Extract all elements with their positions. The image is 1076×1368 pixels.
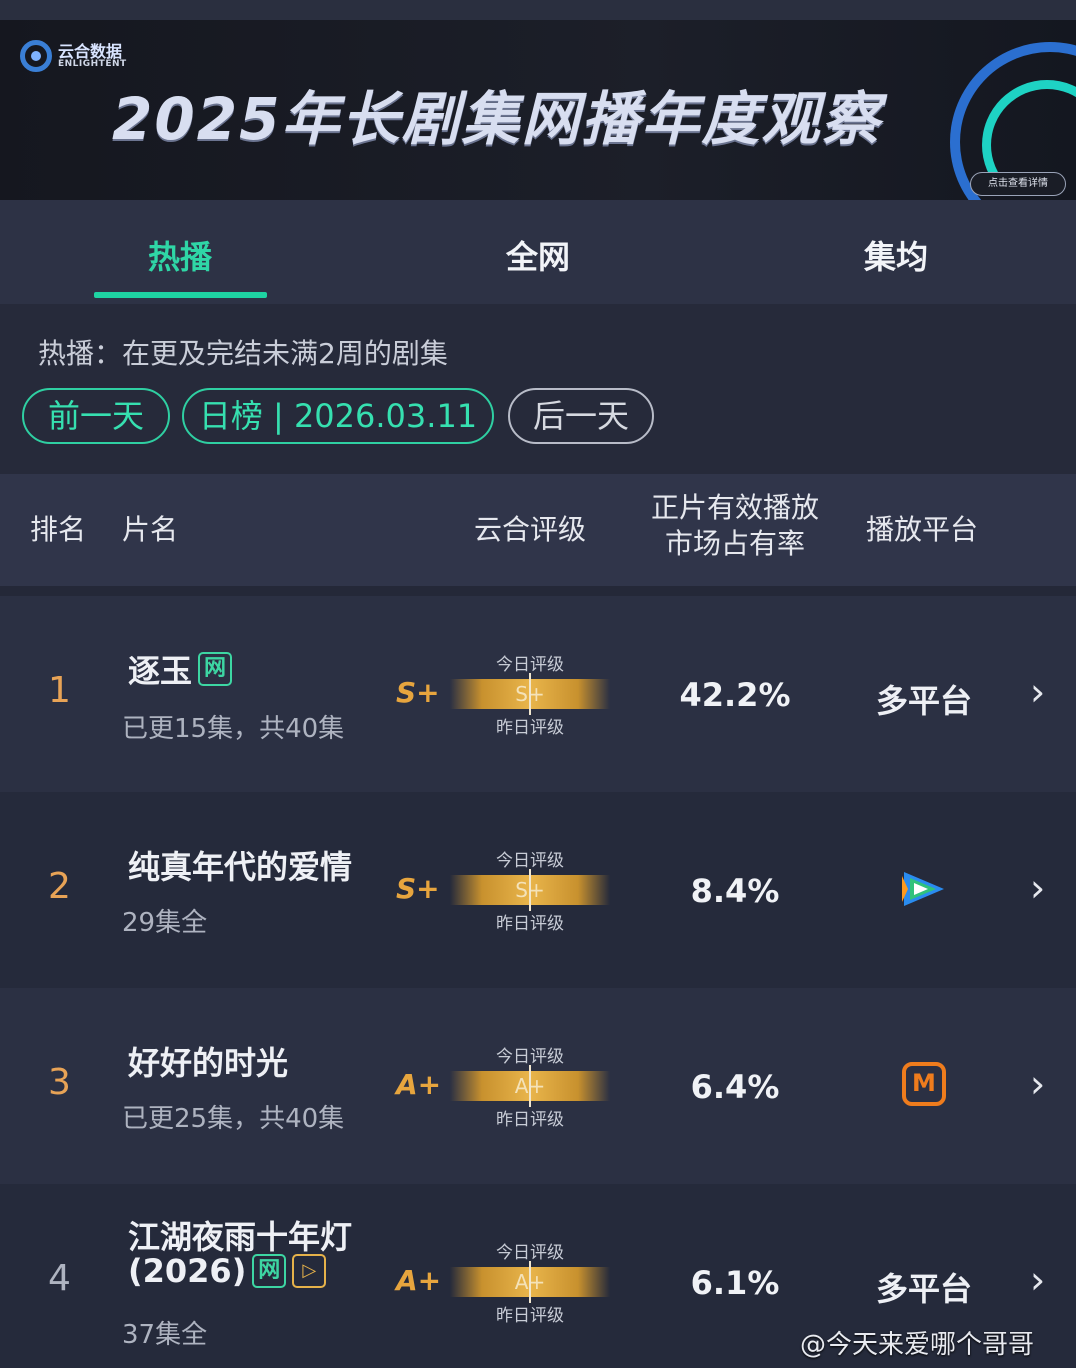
row-grade: S+ bbox=[396, 676, 440, 709]
row-platform: 多平台 bbox=[875, 682, 972, 720]
logo-text-en: ENLIGHTENT bbox=[58, 58, 127, 69]
row-market-share: 6.4% bbox=[690, 1068, 780, 1106]
view-detail-button[interactable]: 点击查看详情 bbox=[970, 172, 1066, 196]
grade-yesterday-label: 昨日评级 bbox=[496, 1110, 564, 1130]
fast-forward-tag-icon: ▷ bbox=[292, 1254, 327, 1288]
row-title-wrap: 纯真年代的爱情 bbox=[128, 842, 352, 888]
tab-hot[interactable]: 热播 bbox=[80, 232, 280, 278]
date-selector[interactable]: 日榜 | 2026.03.11 bbox=[182, 388, 494, 444]
grade-comparison: 今日评级 A+ 昨日评级 bbox=[450, 1238, 614, 1326]
row-episode-status: 29集全 bbox=[122, 908, 208, 938]
grade-bar: S+ bbox=[450, 673, 610, 715]
grade-today-label: 今日评级 bbox=[496, 655, 564, 675]
chevron-right-icon[interactable]: › bbox=[1030, 1258, 1045, 1302]
row-market-share: 6.1% bbox=[690, 1264, 780, 1302]
header-rank: 排名 bbox=[30, 513, 87, 546]
logo-text-cn: 云合数据 bbox=[58, 41, 123, 61]
row-episode-status: 37集全 bbox=[122, 1320, 208, 1350]
grade-yesterday-label: 昨日评级 bbox=[496, 914, 564, 934]
row-title-line2: (2026) bbox=[128, 1252, 247, 1290]
row-market-share: 8.4% bbox=[690, 872, 780, 910]
top-strip bbox=[0, 0, 1076, 20]
row-grade: S+ bbox=[396, 872, 440, 905]
chevron-right-icon[interactable]: › bbox=[1030, 1062, 1045, 1106]
grade-bar: A+ bbox=[450, 1065, 610, 1107]
row-market-share: 42.2% bbox=[679, 676, 791, 714]
row-rank: 1 bbox=[48, 670, 71, 711]
grade-comparison: 今日评级 A+ 昨日评级 bbox=[450, 1042, 614, 1130]
row-title: 逐玉 bbox=[128, 652, 193, 690]
row-grade: A+ bbox=[396, 1068, 442, 1101]
row-title: 纯真年代的爱情 bbox=[128, 848, 353, 886]
grade-today-label: 今日评级 bbox=[496, 1243, 564, 1263]
tencent-video-icon bbox=[902, 872, 944, 906]
row-rank: 4 bbox=[48, 1258, 71, 1299]
logo: 云合数据 ENLIGHTENT bbox=[20, 40, 127, 72]
header-market-share-line2: 市场占有率 bbox=[664, 527, 805, 560]
mango-tv-icon: M bbox=[902, 1062, 946, 1106]
table-row[interactable]: 2 纯真年代的爱情 29集全 S+ 今日评级 S+ 昨日评级 8.4% › bbox=[0, 792, 1076, 988]
table-header: 排名 片名 云合评级 正片有效播放 市场占有率 播放平台 bbox=[0, 474, 1076, 586]
grade-today-label: 今日评级 bbox=[496, 851, 564, 871]
tab-episode-average[interactable]: 集均 bbox=[796, 232, 996, 278]
logo-icon bbox=[20, 40, 52, 72]
grade-today-label: 今日评级 bbox=[496, 1047, 564, 1067]
row-title-wrap: 好好的时光 bbox=[128, 1038, 288, 1084]
tab-all-network[interactable]: 全网 bbox=[438, 232, 638, 278]
header-rating: 云合评级 bbox=[474, 513, 587, 546]
header-market-share: 正片有效播放 市场占有率 bbox=[640, 490, 830, 562]
grade-comparison: 今日评级 S+ 昨日评级 bbox=[450, 650, 614, 738]
next-day-button[interactable]: 后一天 bbox=[508, 388, 654, 444]
row-title: 好好的时光 bbox=[128, 1044, 289, 1082]
grade-yesterday-label: 昨日评级 bbox=[496, 718, 564, 738]
grade-bar: S+ bbox=[450, 869, 610, 911]
weibo-watermark: @今天来爱哪个哥哥 bbox=[800, 1330, 1035, 1360]
header-market-share-line1: 正片有效播放 bbox=[650, 491, 819, 524]
banner-title: 2025年长剧集网播年度观察 bbox=[112, 85, 882, 153]
row-rank: 2 bbox=[48, 866, 71, 907]
grade-comparison: 今日评级 S+ 昨日评级 bbox=[450, 846, 614, 934]
row-episode-status: 已更15集，共40集 bbox=[122, 714, 345, 744]
filter-area: 热播：在更及完结未满2周的剧集 前一天 日榜 | 2026.03.11 后一天 bbox=[0, 304, 1076, 474]
table-row[interactable]: 3 好好的时光 已更25集，共40集 A+ 今日评级 A+ 昨日评级 6.4% … bbox=[0, 988, 1076, 1184]
table-row[interactable]: 1 逐玉 网 已更15集，共40集 S+ 今日评级 S+ 昨日评级 42.2% … bbox=[0, 596, 1076, 792]
header-platform: 播放平台 bbox=[866, 513, 979, 546]
chevron-right-icon[interactable]: › bbox=[1030, 866, 1045, 910]
tab-bar: 热播 全网 集均 bbox=[0, 200, 1076, 304]
prev-day-button[interactable]: 前一天 bbox=[22, 388, 170, 444]
grade-yesterday-label: 昨日评级 bbox=[496, 1306, 564, 1326]
banner: 云合数据 ENLIGHTENT 2025年长剧集网播年度观察 点击查看详情 bbox=[0, 20, 1076, 200]
row-title-wrap: (2026) 网 ▷ bbox=[128, 1252, 327, 1290]
grade-bar: A+ bbox=[450, 1261, 610, 1303]
row-episode-status: 已更25集，共40集 bbox=[122, 1104, 345, 1134]
chevron-right-icon[interactable]: › bbox=[1030, 670, 1045, 714]
header-name: 片名 bbox=[122, 513, 179, 546]
row-title-wrap: 逐玉 网 bbox=[128, 646, 233, 692]
row-platform: 多平台 bbox=[875, 1270, 972, 1308]
row-rank: 3 bbox=[48, 1062, 71, 1103]
row-grade: A+ bbox=[396, 1264, 442, 1297]
network-tag-icon: 网 bbox=[252, 1254, 287, 1288]
active-tab-indicator bbox=[94, 292, 267, 298]
list-description: 热播：在更及完结未满2周的剧集 bbox=[38, 337, 448, 370]
network-tag-icon: 网 bbox=[198, 652, 233, 686]
